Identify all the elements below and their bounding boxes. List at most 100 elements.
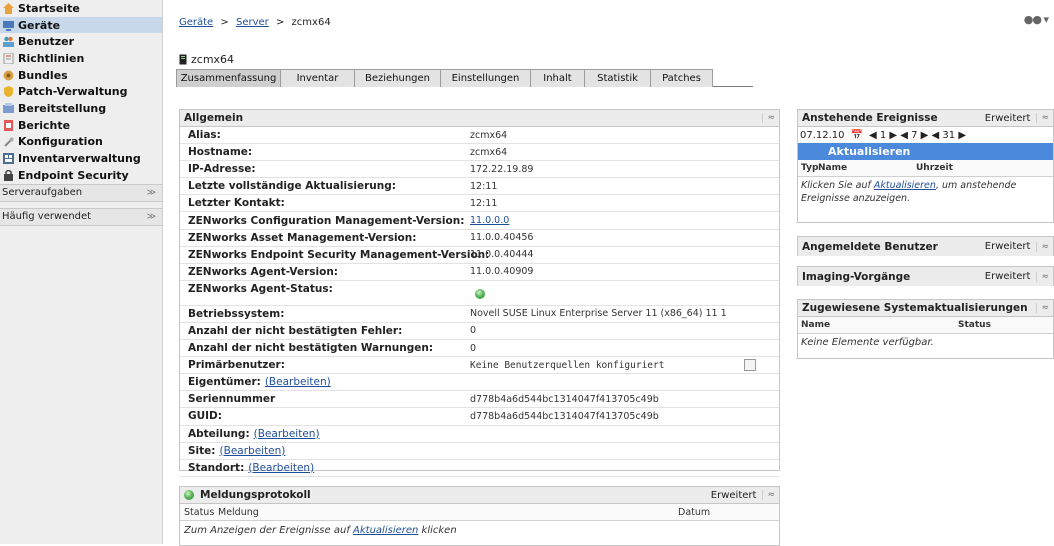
advanced-link[interactable]: Erweitert: [985, 113, 1031, 124]
tab-patches[interactable]: Patches: [650, 69, 713, 87]
field-label: Letzter Kontakt:: [188, 197, 285, 210]
sidebar-item-label: Patch-Verwaltung: [18, 85, 128, 99]
sidebar-item-bundles[interactable]: Bundles: [0, 67, 162, 84]
system-updates-columns: Name Status: [798, 317, 1053, 334]
tab-einstellungen[interactable]: Einstellungen: [440, 69, 531, 87]
collapse-icon[interactable]: ≈: [762, 490, 775, 500]
column-type[interactable]: Typ: [798, 163, 818, 173]
field-label: Anzahl der nicht bestätigten Warnungen:: [188, 342, 434, 355]
field-label: Seriennummer: [188, 393, 276, 406]
sidebar-item-patch[interactable]: Patch-Verwaltung: [0, 83, 162, 100]
advanced-link[interactable]: Erweitert: [985, 271, 1031, 282]
bundles-icon: [3, 70, 14, 81]
general-row: Abteilung: (Bearbeiten): [180, 426, 779, 443]
collapse-icon[interactable]: ≈: [1036, 113, 1049, 123]
home-icon: [3, 3, 14, 14]
breadcrumb-devices-link[interactable]: Geräte: [179, 17, 213, 28]
field-value: d778b4a6d544bc1314047f413705c49b: [470, 410, 659, 422]
sidebar-item-home[interactable]: Startseite: [0, 0, 162, 17]
column-name[interactable]: Name: [798, 320, 958, 330]
advanced-link[interactable]: Erweitert: [711, 490, 757, 501]
calendar-icon[interactable]: 📅: [851, 130, 863, 141]
tab-inventar[interactable]: Inventar: [280, 69, 355, 87]
tab-statistik[interactable]: Statistik: [584, 69, 651, 87]
pending-note: Klicken Sie auf Aktualisieren, um ansteh…: [798, 177, 1053, 207]
field-value: 172.22.19.89: [470, 163, 534, 175]
status-ok-icon: [184, 490, 194, 500]
panel-header: Anstehende Ereignisse Erweitert ≈: [798, 110, 1053, 127]
column-message[interactable]: Meldung: [218, 507, 678, 518]
left-navigation: Startseite Geräte Benutzer Richtlinien Bundl…: [0, 0, 163, 544]
devices-icon: [3, 20, 14, 31]
panel-header: Imaging-Vorgänge Erweitert ≈: [798, 267, 1053, 286]
sidebar-item-policies[interactable]: Richtlinien: [0, 50, 162, 67]
column-time[interactable]: Uhrzeit: [916, 163, 953, 173]
imaging-panel: Imaging-Vorgänge Erweitert ≈: [797, 266, 1054, 286]
version-link[interactable]: 11.0.0.0: [470, 215, 509, 226]
edit-user-source-icon[interactable]: [744, 359, 756, 372]
field-label: ZENworks Endpoint Security Management-Ve…: [188, 248, 490, 261]
field-label: ZENworks Agent-Status:: [188, 282, 333, 295]
refresh-link[interactable]: Aktualisieren: [353, 525, 418, 536]
reports-icon: [3, 119, 14, 131]
tab-zusammenfassung[interactable]: Zusammenfassung: [176, 69, 281, 87]
column-status[interactable]: Status: [180, 507, 218, 518]
sidebar-item-devices[interactable]: Geräte: [0, 16, 162, 34]
date-field[interactable]: 07.12.10: [800, 130, 845, 141]
agent-status-ok-icon: [475, 288, 485, 299]
sidebar-item-configuration[interactable]: Konfiguration: [0, 134, 162, 151]
message-log-columns: Status Meldung Datum: [180, 504, 779, 521]
edit-link[interactable]: (Bearbeiten): [265, 376, 331, 388]
panel-header: Zugewiesene Systemaktualisierungen ≈: [798, 300, 1053, 317]
date-selector: 07.12.10 📅 ◀ 1 ▶ ◀ 7 ▶ ◀ 31 ▶: [798, 127, 1053, 143]
general-row: Standort: (Bearbeiten): [180, 460, 779, 477]
sidebar-item-label: Inventarverwaltung: [18, 152, 141, 166]
sidebar-item-users[interactable]: Benutzer: [0, 33, 162, 50]
sidebar-item-reports[interactable]: Berichte: [0, 117, 162, 134]
sidebar-item-label: Benutzer: [18, 35, 75, 49]
note-text: Klicken Sie auf: [801, 180, 871, 191]
tab-inhalt[interactable]: Inhalt: [530, 69, 585, 87]
sidebar-item-deployment[interactable]: Bereitstellung: [0, 100, 162, 117]
field-label: Anzahl der nicht bestätigten Fehler:: [188, 324, 403, 337]
advanced-link[interactable]: Erweitert: [985, 241, 1031, 252]
sidebar-item-inventory[interactable]: Inventarverwaltung: [0, 150, 162, 167]
patch-icon: [3, 86, 14, 98]
section-server-tasks[interactable]: Serveraufgaben ≫: [0, 183, 162, 202]
note-text: klicken: [421, 525, 457, 536]
field-value: 0: [470, 342, 477, 354]
breadcrumb: Geräte > Server > zcmx64: [179, 17, 331, 28]
tab-beziehungen[interactable]: Beziehungen: [354, 69, 441, 87]
refresh-button[interactable]: Aktualisieren: [798, 143, 1053, 160]
collapse-icon[interactable]: ≈: [762, 113, 775, 123]
collapse-icon[interactable]: ≈: [1036, 303, 1049, 313]
sidebar-item-label: Konfiguration: [18, 135, 103, 149]
expand-icon[interactable]: ≈: [1036, 271, 1049, 282]
expand-chevron-icon[interactable]: ≫: [147, 212, 156, 222]
field-label: IP-Adresse:: [188, 163, 256, 176]
panel-title: Anstehende Ereignisse: [802, 112, 938, 124]
edit-link[interactable]: (Bearbeiten): [254, 428, 320, 440]
field-value: zcmx64: [470, 146, 508, 158]
refresh-link[interactable]: Aktualisieren: [874, 180, 936, 191]
sidebar-item-label: Startseite: [18, 1, 80, 15]
edit-link[interactable]: (Bearbeiten): [248, 462, 314, 474]
breadcrumb-server-link[interactable]: Server: [236, 17, 269, 28]
sidebar-item-security[interactable]: Endpoint Security: [0, 167, 162, 184]
inventory-icon: [3, 153, 14, 165]
date-nav[interactable]: ◀ 1 ▶ ◀ 7 ▶ ◀ 31 ▶: [869, 130, 966, 141]
column-date[interactable]: Datum: [678, 507, 710, 518]
edit-link[interactable]: (Bearbeiten): [220, 445, 286, 457]
field-label: ZENworks Configuration Management-Versio…: [188, 214, 465, 227]
expand-icon[interactable]: ≈: [1036, 241, 1049, 252]
column-name[interactable]: Name: [818, 163, 916, 173]
bookmark-icon[interactable]: ●● ▾: [1024, 13, 1049, 26]
general-row: ZENworks Agent-Status:: [180, 281, 779, 306]
panel-title: Meldungsprotokoll: [200, 489, 311, 501]
general-row: ZENworks Configuration Management-Versio…: [180, 212, 779, 230]
field-label: Eigentümer: (Bearbeiten): [180, 376, 331, 388]
expand-chevron-icon[interactable]: ≫: [147, 188, 156, 198]
column-status[interactable]: Status: [958, 320, 991, 330]
section-frequently-used[interactable]: Häufig verwendet ≫: [0, 207, 162, 226]
pending-events-panel: Anstehende Ereignisse Erweitert ≈ 07.12.…: [797, 109, 1054, 223]
